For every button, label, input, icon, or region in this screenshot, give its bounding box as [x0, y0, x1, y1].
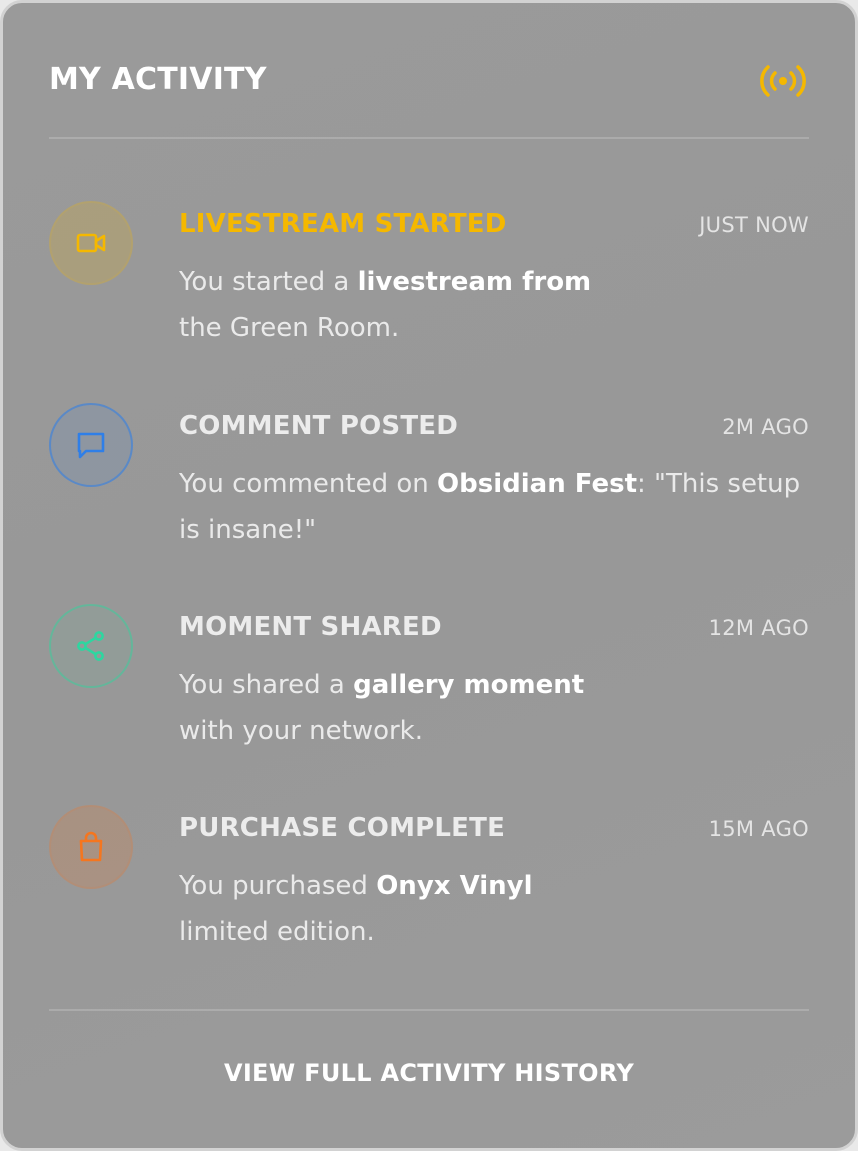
activity-card: MY ACTIVITY LIVESTREAM STARTED JUST NOW … — [0, 0, 858, 1151]
header-divider — [49, 137, 809, 139]
activity-description: You commented on Obsidian Fest: "This se… — [179, 469, 801, 545]
activity-description: You shared a gallery moment with your ne… — [179, 670, 585, 746]
activity-time: JUST NOW — [699, 213, 809, 237]
live-broadcast-icon[interactable] — [757, 61, 809, 101]
activity-title: PURCHASE COMPLETE — [179, 813, 506, 843]
activity-title: MOMENT SHARED — [179, 612, 442, 642]
chat-bubble-icon — [49, 403, 133, 487]
activity-description: You purchased Onyx Vinyl limited edition… — [179, 871, 533, 947]
shopping-bag-icon — [49, 805, 133, 889]
share-icon — [49, 604, 133, 688]
activity-item-purchase[interactable]: PURCHASE COMPLETE 15M AGO You purchased … — [49, 805, 809, 965]
activity-description: You started a livestream from the Green … — [179, 267, 592, 343]
video-camera-icon — [49, 201, 133, 285]
footer-divider — [49, 1009, 809, 1011]
activity-title: COMMENT POSTED — [179, 411, 458, 441]
card-header: MY ACTIVITY — [49, 59, 809, 103]
card-title: MY ACTIVITY — [49, 62, 267, 97]
activity-time: 15M AGO — [708, 817, 809, 841]
activity-time: 2M AGO — [722, 415, 809, 439]
activity-item-livestream[interactable]: LIVESTREAM STARTED JUST NOW You started … — [49, 201, 809, 361]
view-full-history-link[interactable]: VIEW FULL ACTIVITY HISTORY — [3, 1059, 855, 1087]
activity-item-comment[interactable]: COMMENT POSTED 2M AGO You commented on O… — [49, 403, 809, 563]
activity-title: LIVESTREAM STARTED — [179, 209, 507, 239]
activity-time: 12M AGO — [708, 616, 809, 640]
activity-item-share[interactable]: MOMENT SHARED 12M AGO You shared a galle… — [49, 604, 809, 764]
